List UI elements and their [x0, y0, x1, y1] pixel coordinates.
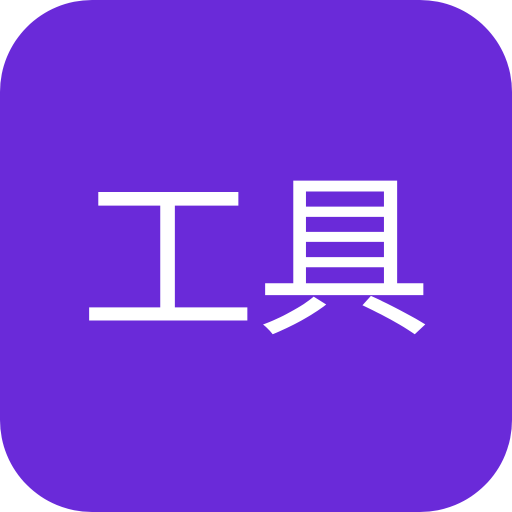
app-icon-label: 工具 [79, 157, 432, 362]
app-icon[interactable]: 工具 [0, 0, 512, 512]
